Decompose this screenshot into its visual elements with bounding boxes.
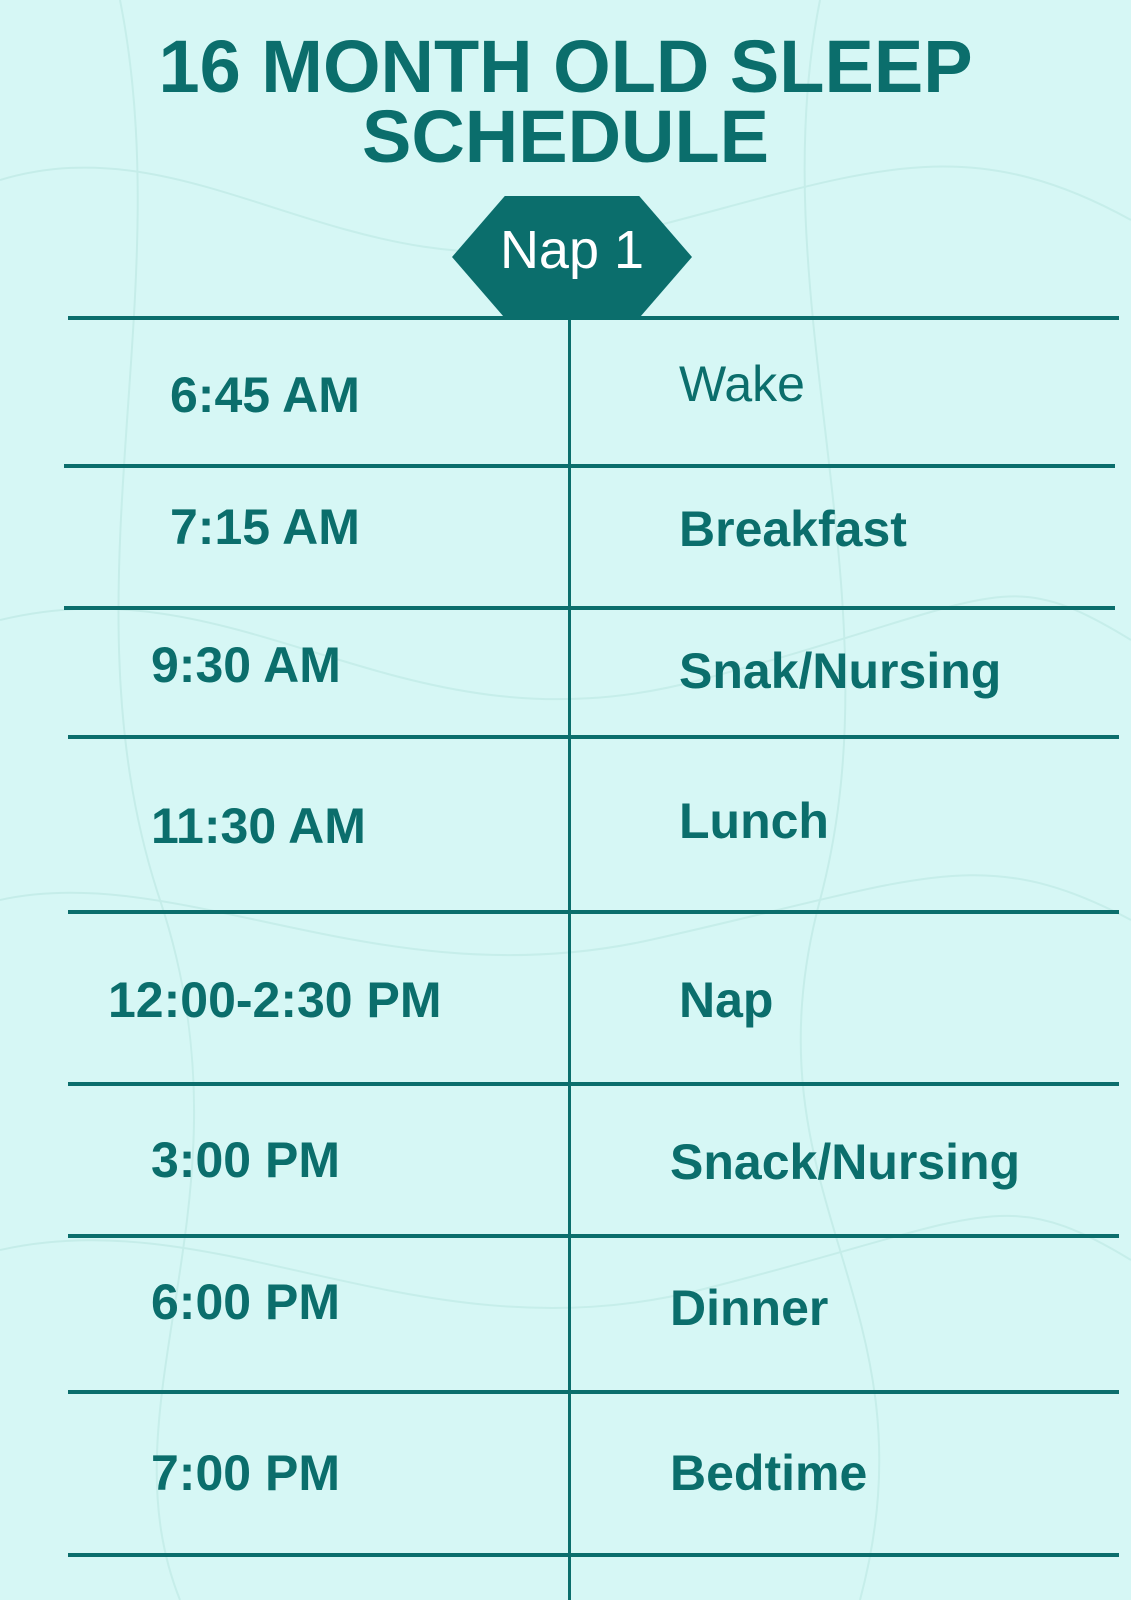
activity-cell: Breakfast [679,501,907,557]
row-divider [68,1234,1119,1238]
row-divider [68,1553,1119,1557]
time-cell: 9:30 AM [151,637,341,693]
time-cell: 12:00-2:30 PM [108,972,442,1028]
time-cell: 3:00 PM [151,1132,340,1188]
row-divider [64,464,1115,468]
time-cell: 6:00 PM [151,1274,340,1330]
row-divider [64,606,1115,610]
row-divider [68,1082,1119,1086]
row-divider [68,316,1119,320]
title-line-2: SCHEDULE [361,95,770,178]
row-divider [68,735,1119,739]
time-cell: 7:15 AM [170,499,360,555]
activity-cell: Wake [679,356,805,412]
activity-cell: Bedtime [670,1445,868,1501]
nap-badge-label: Nap 1 [499,220,645,280]
activity-cell: Snak/Nursing [679,643,1002,699]
column-divider [568,318,571,1600]
row-divider [68,1390,1119,1394]
activity-cell: Dinner [670,1280,829,1336]
time-cell: 11:30 AM [151,798,366,854]
title-line-1: 16 MONTH OLD SLEEP [158,25,973,108]
activity-cell: Nap [679,972,774,1028]
row-divider [68,910,1119,914]
activity-cell: Lunch [679,793,829,849]
time-cell: 7:00 PM [151,1445,340,1501]
nap-badge: Nap 1 [452,196,692,318]
activity-cell: Snack/Nursing [670,1134,1021,1190]
time-cell: 6:45 AM [170,367,360,423]
page-title: 16 MONTH OLD SLEEP SCHEDULE [0,25,1131,178]
